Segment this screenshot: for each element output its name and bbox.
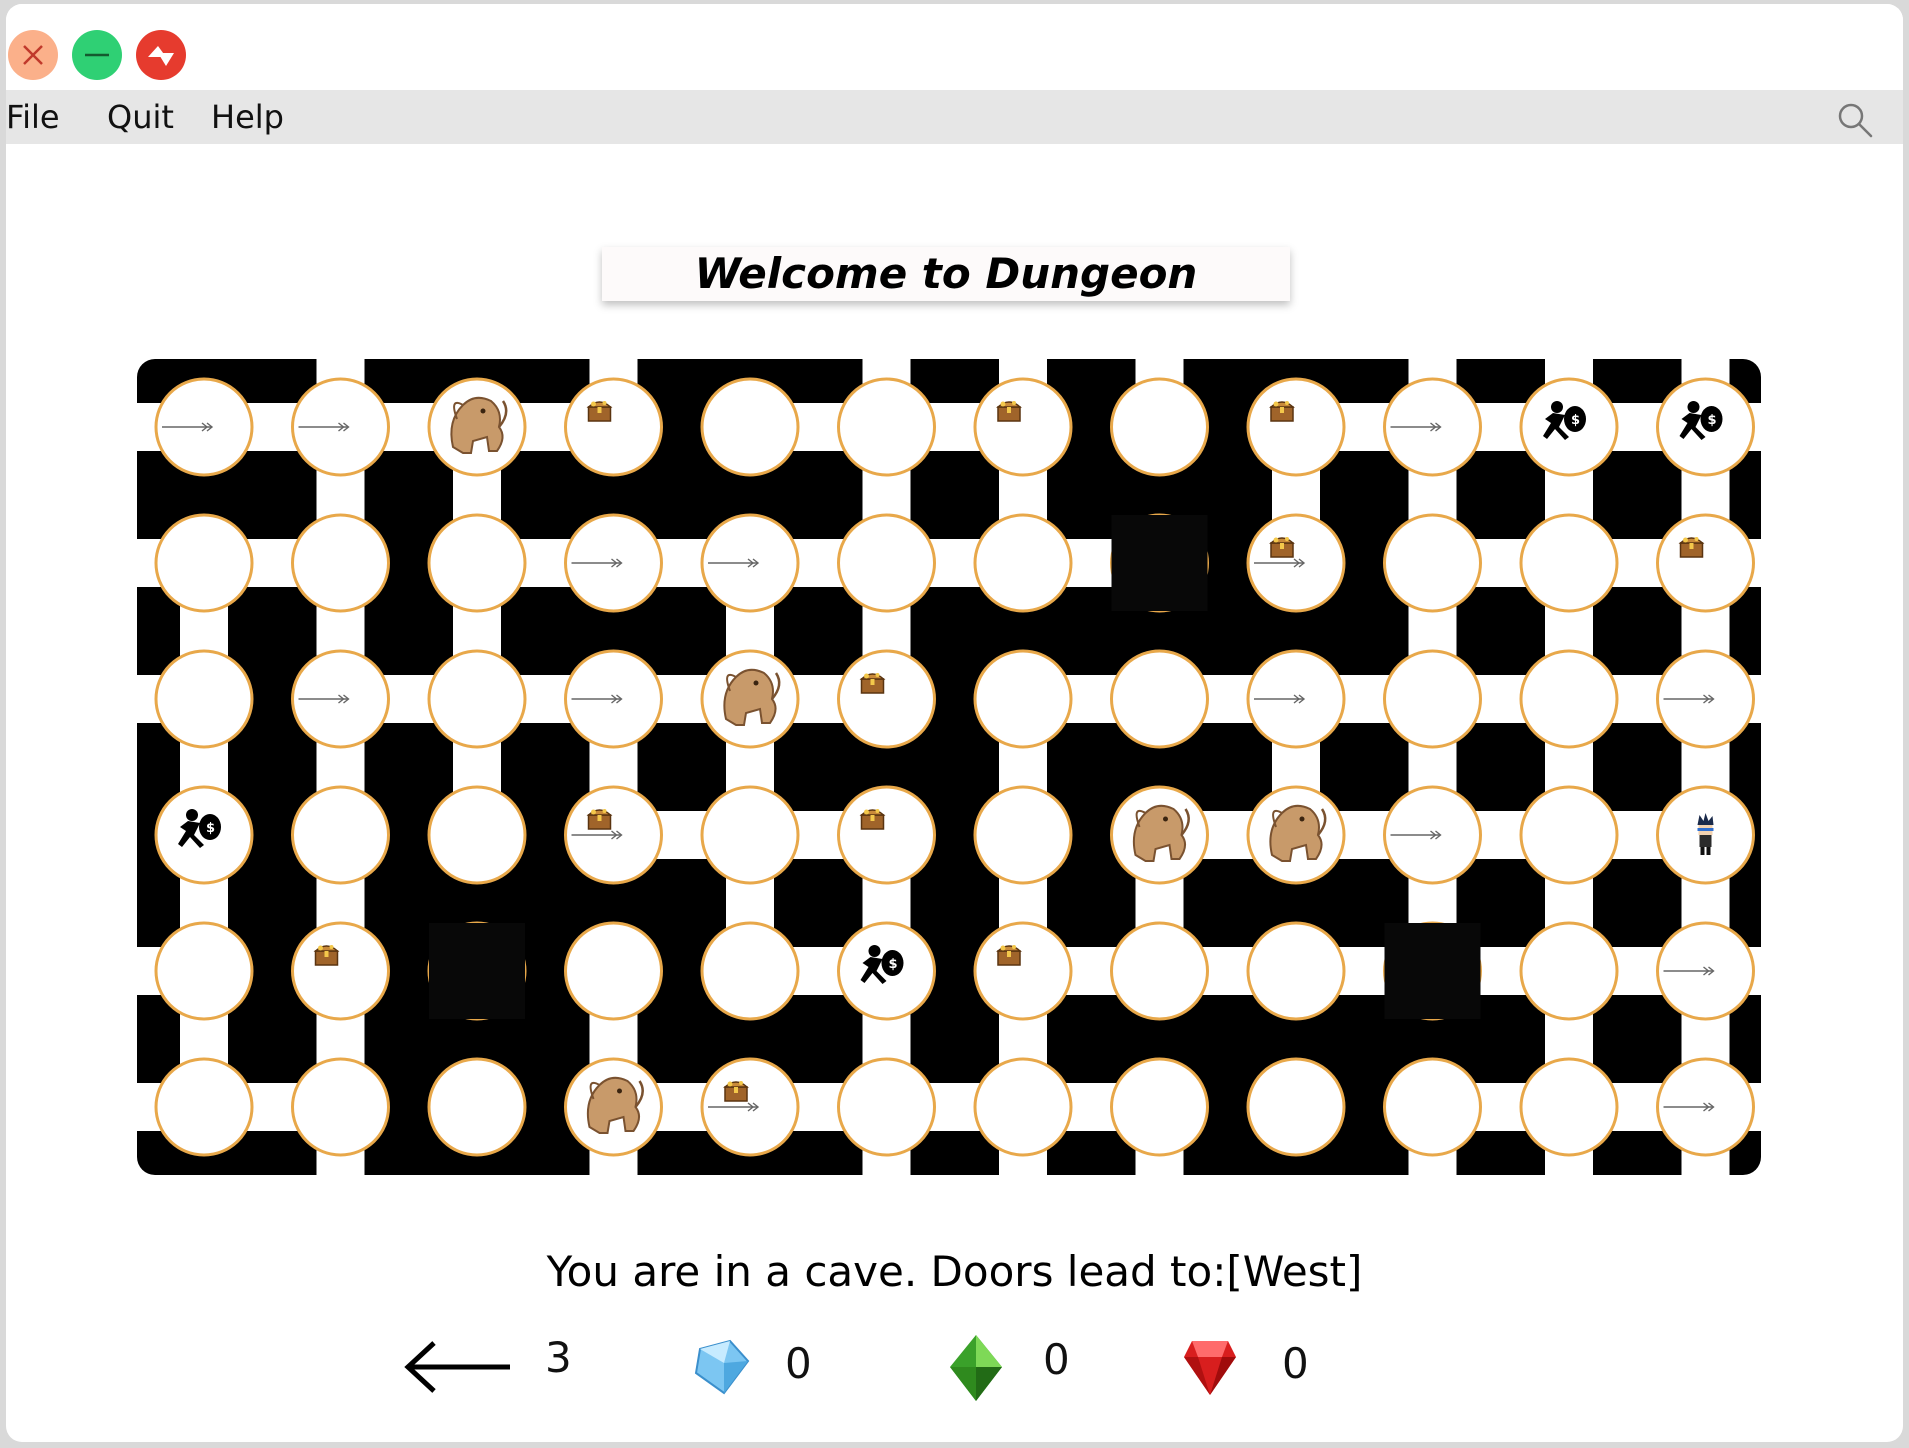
arrow-inventory: 3 [400, 1325, 580, 1405]
emerald-inventory: 0 [948, 1325, 1108, 1405]
dungeon-map: $ $ $ $ [137, 359, 1761, 1175]
treasure-chest-icon [586, 401, 613, 422]
minimize-icon [85, 53, 109, 57]
treasure-chest-icon [586, 809, 613, 830]
cave-cell[interactable] [1383, 513, 1482, 613]
cave-cell[interactable] [1656, 513, 1755, 613]
cave-cell[interactable] [1383, 1057, 1482, 1157]
cave-cell[interactable] [973, 785, 1073, 885]
caves [154, 377, 1755, 1157]
title-bar [6, 4, 1903, 90]
cave-cell[interactable] [1383, 649, 1482, 749]
treasure-chest-icon [1269, 537, 1295, 558]
cave-cell[interactable] [1519, 649, 1619, 749]
cave-cell[interactable] [291, 785, 390, 885]
cave-cell[interactable] [291, 513, 390, 613]
cave-cell[interactable] [1519, 513, 1619, 613]
cave-cell[interactable] [973, 649, 1073, 749]
status-message: You are in a cave. Doors lead to:[West] [546, 1247, 1363, 1296]
minimize-window-button[interactable] [72, 30, 122, 80]
search-icon[interactable] [1835, 100, 1875, 140]
cave-cell[interactable] [700, 377, 800, 477]
svg-text:$: $ [889, 957, 898, 972]
cave-cell[interactable] [427, 785, 527, 885]
treasure-chest-icon [723, 1081, 749, 1102]
cave-cell[interactable] [1110, 1057, 1209, 1157]
ruby-icon [1184, 1341, 1236, 1395]
treasure-chest-icon [313, 945, 340, 966]
ruby-inventory: 0 [1182, 1325, 1342, 1405]
cave-cell[interactable] [837, 377, 936, 477]
menu-file[interactable]: File [6, 98, 60, 136]
cave-cell[interactable] [837, 785, 936, 885]
cave-cell[interactable] [427, 649, 527, 749]
dungeon-board[interactable]: $ $ $ $ [137, 359, 1761, 1175]
arrow-icon [404, 1341, 510, 1393]
menu-bar: File Quit Help [6, 90, 1903, 144]
cave-cell[interactable] [427, 1057, 527, 1157]
close-icon [23, 45, 43, 65]
cave-cell[interactable] [700, 785, 800, 885]
treasure-chest-icon [996, 401, 1022, 422]
cave-cell[interactable] [973, 921, 1073, 1021]
treasure-chest-icon [1269, 401, 1295, 422]
diamond-count: 0 [785, 1339, 812, 1388]
tunnels [137, 359, 1761, 1175]
cave-cell[interactable] [427, 513, 527, 613]
cave-cell[interactable] [1519, 785, 1619, 885]
menu-help[interactable]: Help [211, 98, 284, 136]
svg-text:$: $ [1708, 413, 1717, 428]
cave-cell[interactable] [973, 1057, 1073, 1157]
unexplored-cave [429, 923, 525, 1019]
cave-cell[interactable] [291, 1057, 390, 1157]
unexplored-cave [1111, 515, 1208, 611]
maximize-icon [148, 46, 174, 66]
cave-cell[interactable] [291, 921, 390, 1021]
arrow-count: 3 [545, 1333, 572, 1382]
cave-cell[interactable] [1110, 921, 1209, 1021]
cave-cell[interactable] [154, 649, 254, 749]
cave-cell[interactable] [1519, 921, 1619, 1021]
ruby-count: 0 [1282, 1339, 1309, 1388]
cave-cell[interactable] [154, 1057, 254, 1157]
maximize-window-button[interactable] [136, 30, 186, 80]
emerald-icon [950, 1335, 1002, 1401]
cave-cell[interactable] [154, 513, 254, 613]
unexplored-cave [1384, 923, 1481, 1019]
cave-cell[interactable] [1110, 649, 1209, 749]
items: $ $ $ $ [162, 396, 1723, 1134]
menu-quit[interactable]: Quit [107, 98, 174, 136]
cave-cell[interactable] [1519, 1057, 1619, 1157]
svg-text:$: $ [1571, 413, 1580, 428]
cave-cell[interactable] [837, 1057, 936, 1157]
cave-cell[interactable] [973, 377, 1073, 477]
diamond-icon [694, 1339, 750, 1395]
treasure-chest-icon [859, 673, 886, 694]
svg-text:$: $ [206, 821, 215, 836]
cave-cell[interactable] [154, 921, 254, 1021]
cave-cell[interactable] [1246, 1057, 1346, 1157]
emerald-count: 0 [1043, 1335, 1070, 1384]
welcome-banner: Welcome to Dungeon [602, 247, 1290, 301]
close-window-button[interactable] [8, 30, 58, 80]
cave-cell[interactable] [973, 513, 1073, 613]
cave-cell[interactable] [700, 921, 800, 1021]
cave-cell[interactable] [564, 377, 663, 477]
cave-cell[interactable] [1246, 921, 1346, 1021]
diamond-inventory: 0 [690, 1325, 850, 1405]
treasure-chest-icon [859, 809, 886, 830]
treasure-chest-icon [1678, 537, 1705, 558]
cave-cell[interactable] [564, 921, 663, 1021]
cave-cell[interactable] [1110, 377, 1209, 477]
treasure-chest-icon [996, 945, 1022, 966]
cave-cell[interactable] [837, 649, 936, 749]
cave-cell[interactable] [1246, 377, 1346, 477]
cave-cell[interactable] [837, 513, 936, 613]
